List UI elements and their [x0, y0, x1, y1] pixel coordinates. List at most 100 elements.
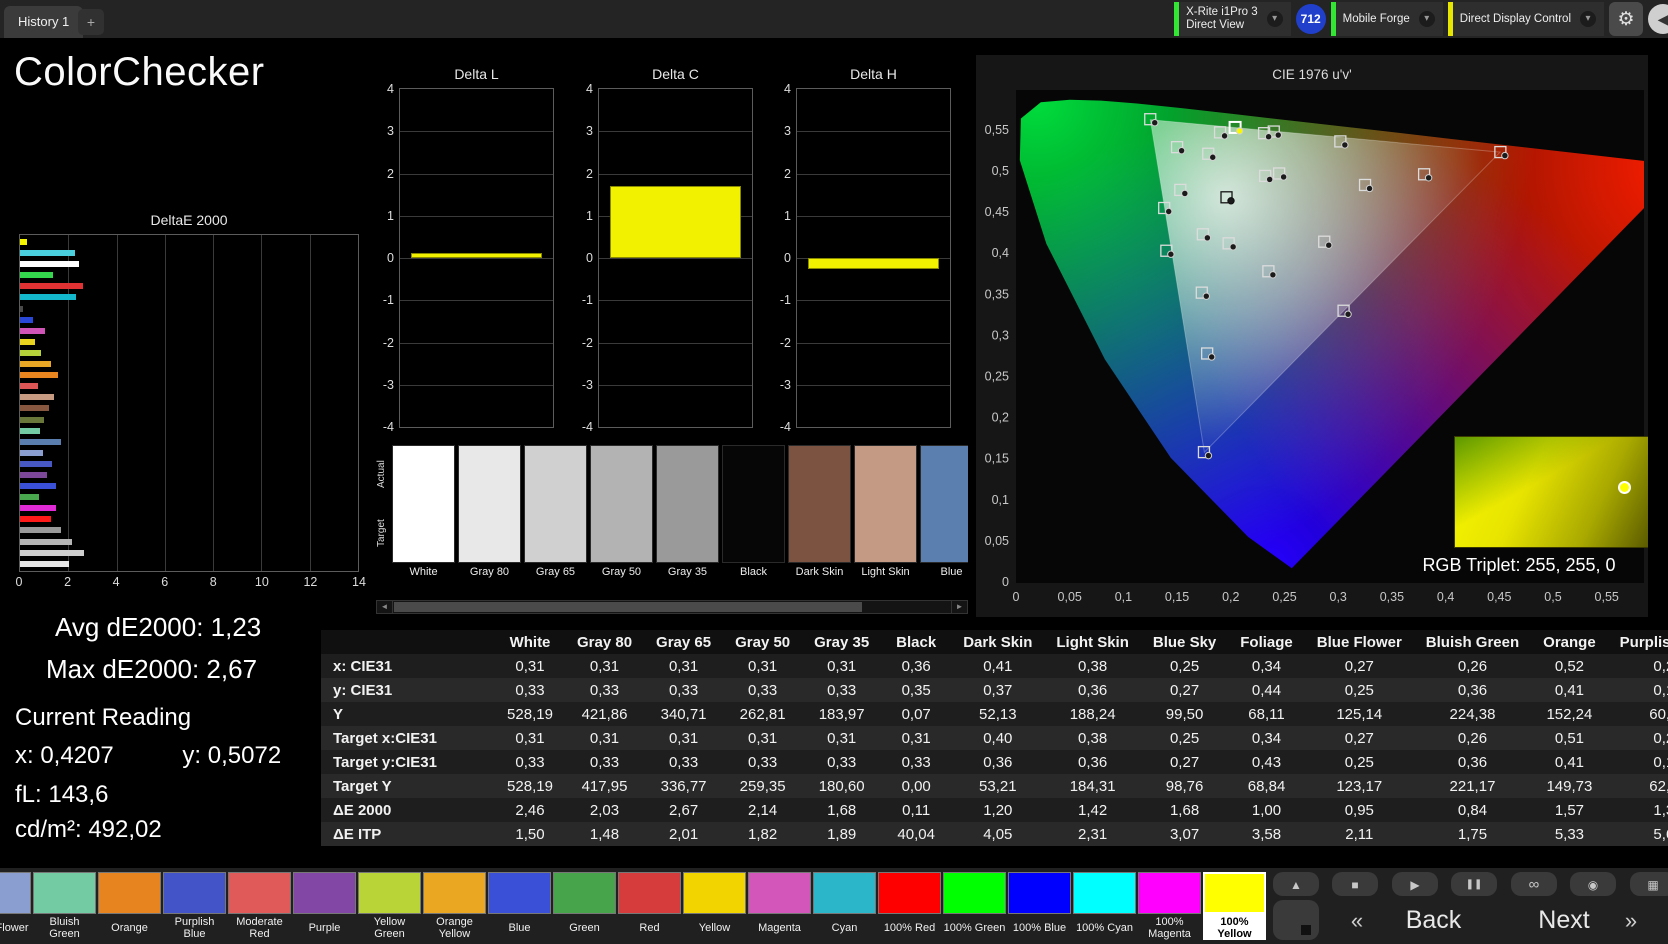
patch-color	[488, 872, 551, 914]
palette-patch-yellow[interactable]: Yellow	[683, 872, 746, 940]
table-row-target-x-cie31: Target x:CIE31 0,31 0,31 0,31 0,31 0,31 0,31 0,…	[321, 726, 1668, 750]
y-tick-label: 3	[586, 124, 593, 139]
palette-patch-orange[interactable]: Orange	[98, 872, 161, 940]
table-cell: 0,31	[589, 657, 620, 675]
stop-button[interactable]: ■	[1332, 872, 1378, 896]
record-button[interactable]: ◉	[1570, 872, 1616, 896]
table-cell: 188,24	[1069, 705, 1116, 723]
add-tab-button[interactable]: +	[78, 9, 104, 35]
measurement-table-wrap: White Gray 80 Gray 65 Gray 50 Gray 35 Black Da…	[321, 630, 1668, 850]
table-cell: 1,89	[827, 825, 857, 843]
swatch-label: Gray 50	[601, 566, 642, 578]
expand-up-button[interactable]: ▲	[1273, 872, 1319, 896]
delta-c-chart: Delta C 4 3 2 1 0 -1 -2 -3 -4	[582, 66, 753, 434]
swatch-color	[722, 445, 785, 563]
cie-measured-blue	[1207, 353, 1216, 361]
palette-patch-green[interactable]: Green	[553, 872, 616, 940]
current-reading-title: Current Reading	[15, 704, 192, 731]
chevron-down-icon[interactable]: ▾	[1418, 11, 1435, 27]
max-de2000-value: Max dE2000: 2,67	[46, 654, 258, 684]
palette-patch-purple[interactable]: Purple	[293, 872, 356, 940]
palette-patch-cyan[interactable]: Cyan	[813, 872, 876, 940]
table-cell: 62,08	[1649, 777, 1668, 795]
palette-patch-100-magenta[interactable]: 100% Magenta	[1138, 872, 1201, 940]
chevron-down-icon[interactable]: ▾	[1580, 11, 1596, 27]
continuous-read-button[interactable]: ∞	[1511, 872, 1557, 896]
next-page-button[interactable]: »	[1618, 906, 1644, 934]
display-control-selector[interactable]: Direct Display Control ▾	[1447, 2, 1604, 36]
delta-l-chart: Delta L 4 3 2 1 0 -1 -2 -3 -4	[383, 66, 554, 434]
table-cell: 183,97	[818, 705, 865, 723]
row-label: Target y:CIE31	[333, 753, 437, 771]
collapse-panel-button[interactable]: ◀	[1648, 4, 1668, 34]
patch-color	[423, 872, 486, 914]
row-label: Target Y	[333, 777, 392, 795]
scrollbar-thumb[interactable]	[394, 602, 862, 612]
palette-patch-bluish-green[interactable]: Bluish Green	[33, 872, 96, 940]
palette-patch-100-yellow[interactable]: 100% Yellow	[1203, 872, 1266, 940]
cie-1976-panel: CIE 1976 u'v' 0 0,05 0,1 0,15 0,2 0,25 0,3 0,35…	[976, 55, 1648, 617]
pause-button[interactable]: ❚❚	[1451, 872, 1497, 896]
swatch-color	[920, 445, 968, 563]
test-window-button[interactable]	[1273, 900, 1319, 940]
palette-patch-yellow-green[interactable]: Yellow Green	[358, 872, 421, 940]
table-cell: 0,27	[1169, 753, 1200, 771]
de-bar-100-yellow	[20, 239, 28, 245]
svg-text:0,4: 0,4	[992, 246, 1009, 260]
chevron-down-icon[interactable]: ▾	[1266, 11, 1283, 27]
de-bar-gray-80	[20, 560, 69, 567]
palette-patch-100-cyan[interactable]: 100% Cyan	[1073, 872, 1136, 940]
cie-measured-dark-skin	[1279, 173, 1288, 181]
settings-gear-button[interactable]: ⚙	[1609, 2, 1643, 36]
de-bar-orange-yellow	[20, 361, 51, 368]
palette-patch-100-red[interactable]: 100% Red	[878, 872, 941, 940]
patch-label: Yellow	[698, 922, 731, 934]
palette-patch-blue-flower[interactable]: Blue Flower	[0, 872, 31, 940]
meter-selector[interactable]: X-Rite i1Pro 3 Direct View ▾	[1174, 2, 1291, 36]
svg-text:0,25: 0,25	[985, 370, 1009, 384]
swatch-scrollbar[interactable]: ◄ ►	[376, 600, 968, 614]
more-controls-button[interactable]: ▦	[1630, 872, 1668, 896]
gridline	[213, 235, 215, 571]
table-cell: 1,20	[983, 801, 1013, 819]
table-cell: 1,57	[1554, 801, 1585, 819]
de-bar-blue-sky	[20, 438, 61, 445]
next-button[interactable]: Next	[1518, 904, 1610, 934]
table-cell: 0,25	[1169, 657, 1200, 675]
play-button[interactable]: ▶	[1392, 872, 1438, 896]
col-header-gray-65: Gray 65	[644, 630, 724, 654]
scroll-right-icon[interactable]: ►	[951, 601, 967, 613]
x-tick-label: 0	[15, 575, 23, 589]
palette-patch-100-blue[interactable]: 100% Blue	[1008, 872, 1071, 940]
de-bar-yellow-green	[20, 349, 42, 356]
palette-patch-blue[interactable]: Blue	[488, 872, 551, 940]
de-bar-gray-65	[20, 549, 85, 556]
palette-patch-orange-yellow[interactable]: Orange Yellow	[423, 872, 486, 940]
palette-patch-purplish-blue[interactable]: Purplish Blue	[163, 872, 226, 940]
palette-patch-red[interactable]: Red	[618, 872, 681, 940]
palette-patch-moderate-red[interactable]: Moderate Red	[228, 872, 291, 940]
palette-patch-magenta[interactable]: Magenta	[748, 872, 811, 940]
avg-de2000-value: Avg dE2000: 1,23	[55, 612, 262, 642]
back-button[interactable]: Back	[1376, 904, 1491, 934]
source-selector[interactable]: Mobile Forge ▾	[1330, 2, 1443, 36]
up-arrow-icon: ▲	[1290, 878, 1302, 892]
grid-icon: ▦	[1647, 878, 1659, 892]
delta-c-title: Delta C	[652, 66, 699, 82]
de-bar-green	[20, 494, 40, 501]
patch-color	[1008, 872, 1071, 914]
palette-patch-100-green[interactable]: 100% Green	[943, 872, 1006, 940]
table-cell: 0,33	[515, 753, 545, 771]
table-cell: 0,21	[1653, 657, 1668, 675]
table-cell: 0,37	[983, 681, 1013, 699]
patch-label: 100% Red	[883, 922, 936, 934]
tab-history-1[interactable]: History 1	[4, 6, 84, 38]
prev-page-button[interactable]: «	[1344, 906, 1370, 934]
patch-swatch-white: White	[392, 445, 455, 585]
current-color-marker	[1618, 481, 1631, 494]
svg-text:0,5: 0,5	[1544, 590, 1561, 604]
scroll-left-icon[interactable]: ◄	[377, 601, 393, 613]
table-cell: 0,25	[1344, 681, 1374, 699]
patch-swatch-dark-skin: Dark Skin	[788, 445, 851, 585]
patch-color	[878, 872, 941, 914]
